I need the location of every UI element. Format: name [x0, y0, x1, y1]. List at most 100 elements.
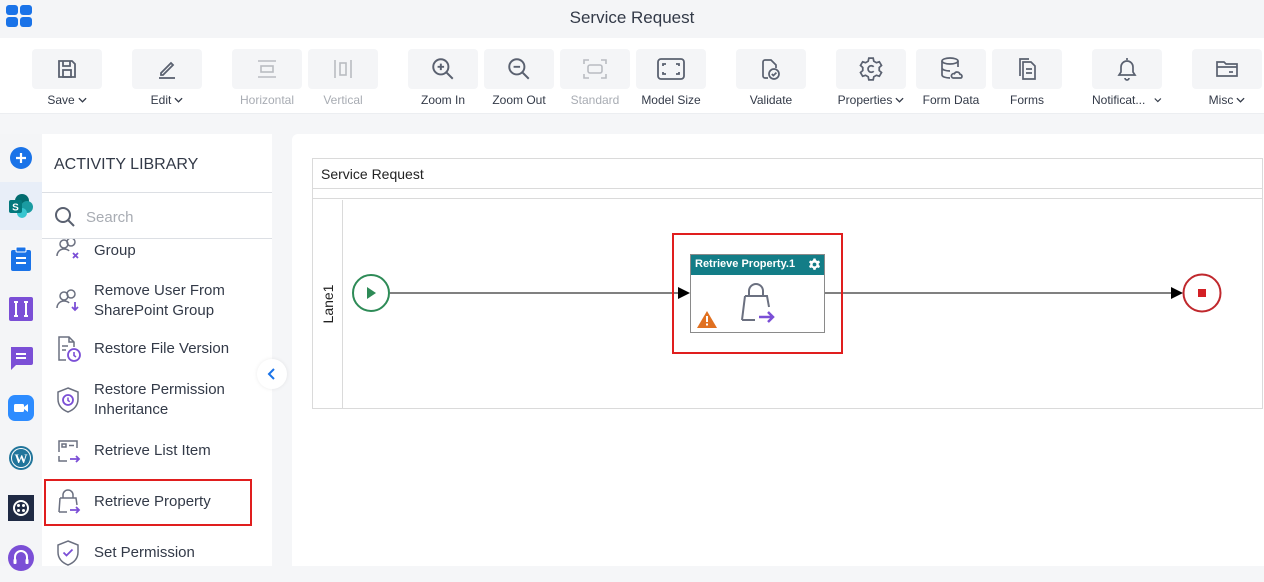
sharepoint-icon: S	[9, 194, 33, 218]
library-item-label: Set Permission	[94, 544, 195, 561]
model-size-label: Model Size	[641, 93, 701, 107]
add-circle-icon	[10, 147, 32, 169]
rail-item-text-tool[interactable]	[0, 285, 42, 333]
chevron-down-icon	[174, 97, 183, 103]
highlight-box	[44, 479, 252, 526]
misc-button[interactable]: Misc	[1192, 49, 1262, 107]
edit-button[interactable]: Edit	[132, 49, 202, 107]
library-search-input[interactable]	[86, 206, 256, 228]
library-item-retrieve-list-item[interactable]: Retrieve List Item	[42, 438, 272, 464]
zoom-in-icon	[432, 58, 454, 80]
zoom-in-button[interactable]: Zoom In	[408, 49, 478, 107]
forms-button[interactable]: Forms	[992, 49, 1062, 107]
search-icon	[55, 207, 75, 227]
gear-icon[interactable]	[808, 258, 821, 271]
edit-icon	[159, 61, 175, 79]
gear-icon	[859, 57, 883, 81]
rail-item-support[interactable]	[0, 534, 42, 582]
chevron-down-icon	[78, 97, 87, 103]
forms-label: Forms	[1010, 93, 1044, 107]
rail-item-clipboard[interactable]	[0, 235, 42, 283]
retrieve-property-icon	[741, 283, 775, 323]
library-title: ACTIVITY LIBRARY	[54, 156, 199, 173]
vertical-layout-icon	[334, 60, 352, 78]
twilio-icon	[8, 495, 34, 521]
edit-label: Edit	[150, 93, 172, 107]
library-item-restore-permission-inheritance[interactable]: Restore Permission Inheritance	[42, 377, 272, 423]
restore-file-icon	[58, 336, 81, 362]
standard-label: Standard	[570, 93, 620, 107]
lane-header[interactable]: Lane1	[313, 200, 343, 408]
horizontal-layout-icon	[258, 60, 276, 78]
vertical-label: Vertical	[323, 93, 363, 107]
set-permission-icon	[57, 540, 79, 566]
properties-button[interactable]: Properties	[836, 49, 906, 107]
library-item-restore-file-version[interactable]: Restore File Version	[42, 336, 272, 362]
save-icon	[58, 60, 76, 78]
standard-button[interactable]: Standard	[560, 49, 630, 107]
validate-icon	[762, 59, 780, 80]
video-camera-icon	[8, 395, 34, 421]
vertical-button[interactable]: Vertical	[308, 49, 378, 107]
toolbar: Save Edit Horizontal Vertical Zoom In Zo…	[0, 38, 1264, 114]
library-item-remove-user-from-sharepoint-group[interactable]: Remove User From SharePoint Group	[42, 278, 272, 324]
validate-label: Validate	[749, 93, 793, 107]
svg-text:W: W	[15, 451, 28, 466]
horizontal-button[interactable]: Horizontal	[232, 49, 302, 107]
zoom-out-label: Zoom Out	[492, 93, 546, 107]
chevron-down-icon	[895, 97, 904, 103]
horizontal-label: Horizontal	[239, 93, 295, 107]
library-item-label: Restore File Version	[94, 340, 230, 357]
library-search	[42, 193, 272, 239]
text-cursor-icon	[9, 297, 33, 321]
restore-permission-icon	[57, 387, 79, 413]
wordpress-icon: W	[9, 446, 33, 470]
library-item-label: Retrieve List Item	[94, 442, 211, 459]
task-retrieve-property[interactable]: Retrieve Property.1	[690, 254, 825, 333]
notifications-button[interactable]: Notificat...	[1092, 49, 1162, 107]
rail-item-add[interactable]	[0, 134, 42, 182]
chevron-left-icon	[267, 368, 275, 380]
warning-icon	[697, 311, 717, 328]
page-title: Service Request	[569, 8, 695, 27]
rail-item-chat[interactable]	[0, 334, 42, 382]
model-size-icon	[657, 58, 685, 80]
rail-item-wordpress[interactable]: W	[0, 434, 42, 482]
properties-label: Properties	[837, 93, 893, 107]
lane-label: Lane1	[320, 284, 336, 324]
rail-item-twilio[interactable]	[0, 484, 42, 532]
end-event[interactable]	[1182, 273, 1222, 313]
zoom-out-button[interactable]: Zoom Out	[484, 49, 554, 107]
clipboard-icon	[11, 246, 31, 271]
validate-button[interactable]: Validate	[736, 49, 806, 107]
bell-icon	[1117, 58, 1137, 81]
remove-user-icon	[56, 289, 79, 312]
chevron-down-icon	[1236, 97, 1245, 103]
collapse-library-button[interactable]	[257, 359, 287, 389]
activity-library: ACTIVITY LIBRARY Remove SharePoint Group…	[42, 134, 272, 566]
task-header: Retrieve Property.1	[691, 255, 824, 275]
task-title: Retrieve Property.1	[695, 258, 796, 270]
library-item-label: Remove User From SharePoint Group	[94, 282, 225, 319]
save-label: Save	[47, 93, 75, 107]
library-item-set-permission[interactable]: Set Permission	[42, 540, 272, 566]
folder-icon	[1216, 61, 1238, 77]
pool-title: Service Request	[313, 159, 1262, 189]
rail-item-sharepoint[interactable]: S	[0, 182, 42, 230]
notifications-label: Notificat...	[1092, 93, 1146, 107]
svg-text:S: S	[12, 203, 19, 214]
stop-icon	[1198, 289, 1206, 297]
zoom-in-label: Zoom In	[420, 93, 465, 107]
chat-icon	[11, 347, 33, 370]
model-size-button[interactable]: Model Size	[636, 49, 706, 107]
rail-item-zoom-meetings[interactable]	[0, 384, 42, 432]
save-button[interactable]: Save	[32, 49, 102, 107]
title-bar: Service Request	[0, 0, 1264, 38]
start-event[interactable]	[352, 274, 390, 312]
form-data-button[interactable]: Form Data	[916, 49, 986, 107]
forms-icon	[1019, 58, 1036, 80]
chevron-down-icon	[1154, 98, 1162, 103]
misc-label: Misc	[1208, 93, 1234, 107]
zoom-out-icon	[508, 58, 530, 80]
headset-icon	[8, 545, 34, 571]
